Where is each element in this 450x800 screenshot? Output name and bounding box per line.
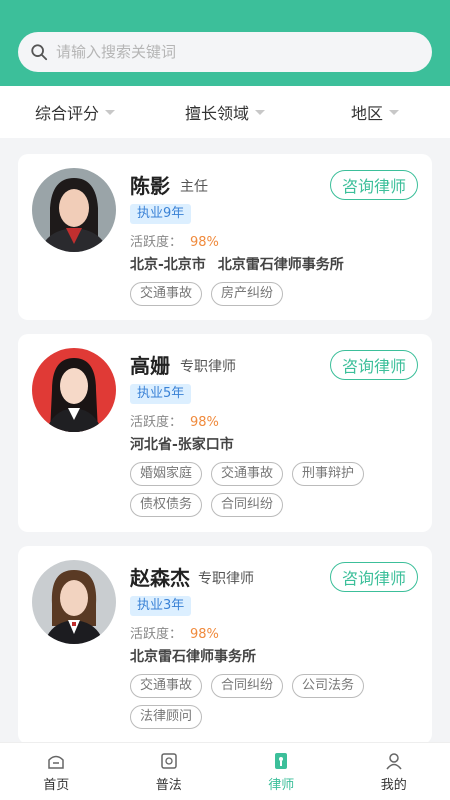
years-badge: 执业5年	[130, 384, 192, 404]
location-region: 北京雷石律师事务所	[130, 649, 256, 665]
activity-label: 活跃度：	[130, 235, 183, 250]
tab-label: 律师	[268, 777, 295, 793]
lawyer-icon	[275, 752, 288, 769]
caret-down-icon	[389, 109, 399, 115]
avatar	[32, 560, 116, 644]
lawyer-name: 高姗	[130, 354, 170, 378]
lawyer-title: 主任	[180, 179, 208, 195]
tag-list: 婚姻家庭 交通事故 刑事辩护 债权债务 合同纠纷	[130, 462, 420, 524]
activity: 活跃度： 98%	[130, 623, 219, 642]
expertise-tag[interactable]: 合同纠纷	[211, 493, 284, 517]
caret-down-icon	[255, 109, 265, 115]
expertise-tag[interactable]: 合同纠纷	[211, 674, 284, 698]
lawyer-title: 专职律师	[198, 571, 254, 587]
activity-value: 98%	[190, 627, 219, 642]
avatar	[32, 168, 116, 252]
lawyer-card[interactable]: 陈影 主任 咨询律师 执业9年 活跃度： 98% 北京-北京市 北京雷石律师事务所 …	[18, 154, 432, 320]
filter-bar: 综合评分 擅长领域 地区	[0, 86, 450, 138]
law-firm: 北京雷石律师事务所	[217, 257, 344, 273]
filter-rating[interactable]: 综合评分	[0, 100, 150, 124]
lawyer-card[interactable]: 赵森杰 专职律师 咨询律师 执业3年 活跃度： 98% 北京雷石律师事务所 交通事…	[18, 546, 432, 744]
activity-label: 活跃度：	[130, 415, 183, 430]
user-icon	[386, 752, 402, 769]
lawyer-name: 赵森杰	[130, 566, 190, 590]
consult-button[interactable]: 咨询律师	[330, 350, 418, 380]
tab-lawyer[interactable]: 律师	[225, 743, 338, 800]
tag-list: 交通事故 房产纠纷	[130, 282, 420, 313]
expertise-tag[interactable]: 交通事故	[211, 462, 284, 486]
expertise-tag[interactable]: 债权债务	[130, 493, 203, 517]
tab-label: 普法	[155, 777, 182, 793]
expertise-tag[interactable]: 交通事故	[130, 282, 203, 306]
lawyer-name: 陈影	[130, 174, 170, 198]
activity-value: 98%	[190, 415, 219, 430]
expertise-tag[interactable]: 法律顾问	[130, 705, 203, 729]
tab-mine[interactable]: 我的	[338, 743, 450, 800]
caret-down-icon	[105, 109, 115, 115]
activity-label: 活跃度：	[130, 627, 183, 642]
filter-label: 地区	[350, 104, 383, 123]
expertise-tag[interactable]: 交通事故	[130, 674, 203, 698]
expertise-tag[interactable]: 房产纠纷	[211, 282, 284, 306]
consult-button[interactable]: 咨询律师	[330, 170, 418, 200]
activity: 活跃度： 98%	[130, 411, 219, 430]
bottom-tab-bar: 首页 普法 律师 我的	[0, 742, 450, 800]
location-region: 北京-北京市	[130, 257, 206, 273]
years-badge: 执业9年	[130, 204, 192, 224]
activity: 活跃度： 98%	[130, 231, 219, 250]
search-input[interactable]	[56, 43, 396, 61]
location: 北京雷石律师事务所	[130, 646, 256, 666]
location: 河北省-张家口市	[130, 434, 234, 454]
header	[0, 0, 450, 86]
search-bar[interactable]	[18, 32, 432, 72]
tab-label: 首页	[43, 777, 70, 793]
expertise-tag[interactable]: 婚姻家庭	[130, 462, 203, 486]
filter-expertise[interactable]: 擅长领域	[150, 100, 300, 124]
tab-home[interactable]: 首页	[0, 743, 113, 800]
avatar	[32, 348, 116, 432]
filter-label: 擅长领域	[184, 104, 249, 123]
years-badge: 执业3年	[130, 596, 192, 616]
location-region: 河北省-张家口市	[130, 437, 234, 453]
tab-law[interactable]: 普法	[113, 743, 226, 800]
home-icon	[48, 755, 64, 769]
expertise-tag[interactable]: 公司法务	[292, 674, 365, 698]
expertise-tag[interactable]: 刑事辩护	[292, 462, 365, 486]
filter-label: 综合评分	[34, 104, 99, 123]
tag-list: 交通事故 合同纠纷 公司法务 法律顾问	[130, 674, 420, 736]
law-book-icon	[161, 752, 177, 769]
lawyer-title: 专职律师	[180, 359, 236, 375]
filter-region[interactable]: 地区	[300, 100, 450, 124]
consult-button[interactable]: 咨询律师	[330, 562, 418, 592]
search-icon	[31, 44, 48, 61]
lawyer-card[interactable]: 高姗 专职律师 咨询律师 执业5年 活跃度： 98% 河北省-张家口市 婚姻家庭 …	[18, 334, 432, 532]
location: 北京-北京市 北京雷石律师事务所	[130, 254, 344, 274]
tab-label: 我的	[380, 777, 407, 793]
activity-value: 98%	[190, 235, 219, 250]
